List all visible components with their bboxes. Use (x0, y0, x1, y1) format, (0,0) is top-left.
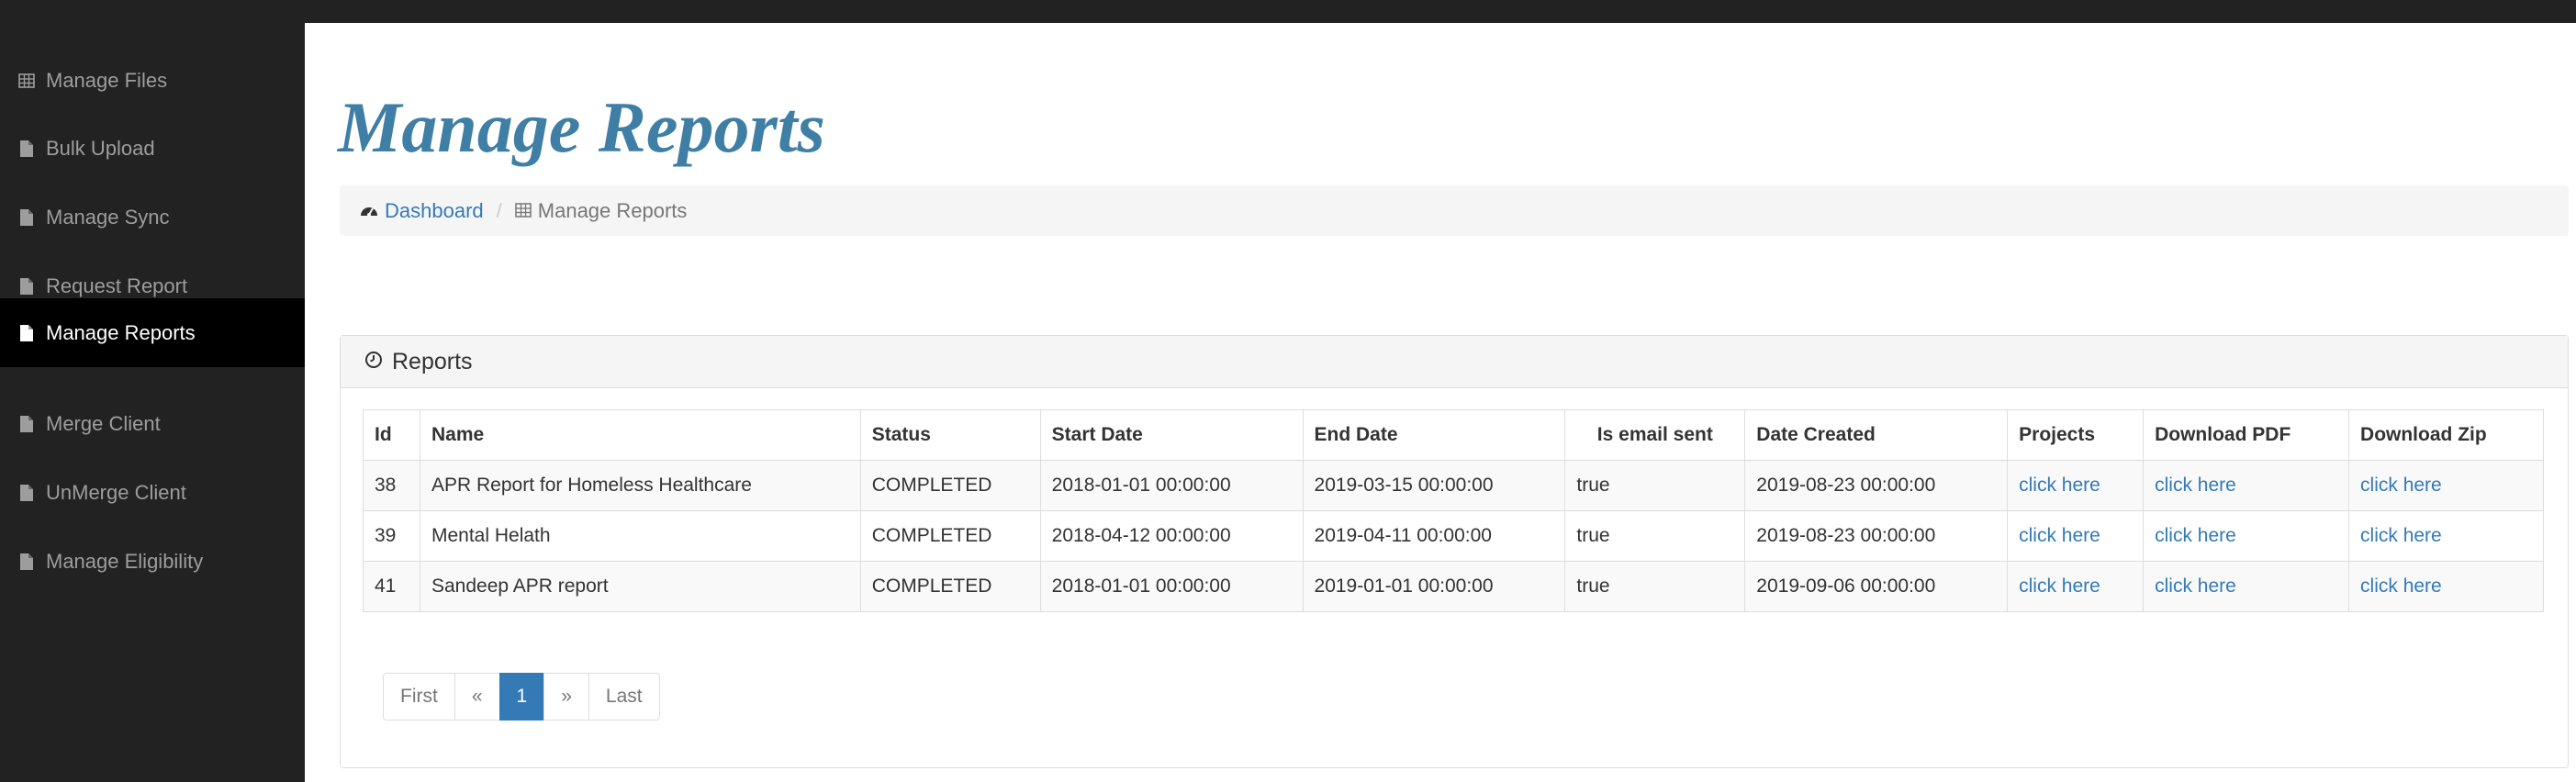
cell-start-date: 2018-01-01 00:00:00 (1039, 460, 1304, 511)
reports-table: Id Name Status Start Date End Date Is em… (363, 409, 2544, 612)
sidebar-item-label: Manage Files (46, 69, 168, 92)
cell-start-date: 2018-04-12 00:00:00 (1039, 510, 1304, 562)
download-pdf-link[interactable]: click here (2155, 575, 2236, 597)
cell-status: COMPLETED (859, 561, 1041, 612)
panel-title: Reports (392, 348, 473, 374)
reports-panel: Reports Id Name Status Start Date End Da… (340, 335, 2569, 768)
pagination-page-1[interactable]: 1 (498, 673, 545, 721)
cell-date-created: 2019-08-23 00:00:00 (1744, 460, 2009, 511)
column-header-is-email-sent[interactable]: Is email sent (1564, 409, 1746, 461)
sidebar-item-merge-client[interactable]: Merge Client (0, 390, 305, 458)
cell-date-created: 2019-08-23 00:00:00 (1744, 510, 2009, 562)
pagination-prev[interactable]: « (454, 673, 500, 721)
breadcrumb-dashboard-link[interactable]: Dashboard (385, 199, 484, 223)
breadcrumb-current-label: Manage Reports (537, 198, 688, 222)
cell-status: COMPLETED (859, 460, 1041, 511)
sidebar-item-bulk-upload[interactable]: Bulk Upload (0, 115, 305, 183)
cell-is-email-sent: true (1564, 460, 1746, 511)
table-header-row: Id Name Status Start Date End Date Is em… (363, 409, 2544, 461)
sidebar-item-manage-sync[interactable]: Manage Sync (0, 184, 305, 251)
table-icon (18, 72, 35, 90)
pagination-last[interactable]: Last (588, 673, 660, 721)
sidebar: Manage Files Bulk Upload Manage Sync Req… (0, 23, 305, 782)
breadcrumb-dashboard[interactable]: Dashboard (360, 199, 484, 223)
column-header-name[interactable]: Name (419, 409, 861, 461)
cell-end-date: 2019-01-01 00:00:00 (1302, 561, 1566, 612)
projects-link[interactable]: click here (2019, 525, 2100, 546)
cell-id: 41 (363, 561, 420, 612)
file-icon (18, 140, 35, 158)
column-header-start-date[interactable]: Start Date (1039, 409, 1304, 461)
cell-status: COMPLETED (859, 510, 1041, 562)
download-pdf-link[interactable]: click here (2155, 525, 2236, 546)
clock-icon (364, 349, 392, 375)
file-icon (18, 484, 35, 502)
cell-is-email-sent: true (1564, 510, 1746, 562)
file-icon (18, 415, 35, 433)
table-row: 39 Mental Helath COMPLETED 2018-04-12 00… (363, 510, 2544, 562)
download-zip-link[interactable]: click here (2360, 475, 2442, 496)
sidebar-item-label: Manage Sync (46, 206, 170, 229)
sidebar-item-label: UnMerge Client (46, 481, 186, 504)
pagination-next[interactable]: » (543, 673, 589, 721)
sidebar-item-label: Bulk Upload (46, 137, 155, 160)
cell-name: Mental Helath (419, 510, 861, 562)
cell-name: APR Report for Homeless Healthcare (419, 460, 861, 511)
file-icon (18, 208, 35, 227)
column-header-date-created[interactable]: Date Created (1744, 409, 2009, 461)
cell-id: 38 (363, 460, 420, 511)
sidebar-item-manage-reports[interactable]: Manage Reports (0, 298, 305, 367)
file-icon (18, 324, 35, 342)
column-header-download-pdf[interactable]: Download PDF (2143, 409, 2350, 461)
pagination-first[interactable]: First (383, 673, 455, 721)
sidebar-item-label: Manage Reports (46, 320, 196, 344)
breadcrumb-separator: / (496, 198, 502, 222)
column-header-id[interactable]: Id (363, 409, 420, 461)
download-pdf-link[interactable]: click here (2155, 475, 2236, 496)
sidebar-item-manage-files[interactable]: Manage Files (0, 47, 305, 115)
table-row: 41 Sandeep APR report COMPLETED 2018-01-… (363, 561, 2544, 612)
page-title: Manage Reports (338, 87, 825, 167)
download-zip-link[interactable]: click here (2360, 525, 2442, 546)
panel-heading: Reports (341, 336, 2568, 388)
sidebar-item-label: Request Report (46, 274, 188, 297)
dashboard-icon (360, 199, 385, 223)
cell-end-date: 2019-04-11 00:00:00 (1302, 510, 1566, 562)
cell-end-date: 2019-03-15 00:00:00 (1302, 460, 1566, 511)
top-navbar (0, 0, 2576, 23)
column-header-status[interactable]: Status (859, 409, 1041, 461)
pagination: First « 1 » Last (383, 673, 660, 721)
sidebar-item-label: Merge Client (46, 412, 161, 435)
column-header-download-zip[interactable]: Download Zip (2348, 409, 2544, 461)
table-row: 38 APR Report for Homeless Healthcare CO… (363, 460, 2544, 511)
sidebar-item-label: Manage Eligibility (46, 550, 204, 573)
cell-is-email-sent: true (1564, 561, 1746, 612)
breadcrumb-current: Manage Reports (515, 198, 688, 223)
download-zip-link[interactable]: click here (2360, 575, 2442, 597)
table-icon (515, 199, 538, 223)
sidebar-item-unmerge-client[interactable]: UnMerge Client (0, 459, 305, 527)
sidebar-item-manage-eligibility[interactable]: Manage Eligibility (0, 528, 305, 596)
projects-link[interactable]: click here (2019, 575, 2100, 597)
column-header-projects[interactable]: Projects (2007, 409, 2145, 461)
file-icon (18, 553, 35, 571)
breadcrumb: Dashboard / Manage Reports (340, 185, 2569, 236)
file-icon (18, 277, 35, 296)
projects-link[interactable]: click here (2019, 475, 2100, 496)
cell-id: 39 (363, 510, 420, 562)
cell-name: Sandeep APR report (419, 561, 861, 612)
column-header-end-date[interactable]: End Date (1302, 409, 1566, 461)
cell-start-date: 2018-01-01 00:00:00 (1039, 561, 1304, 612)
cell-date-created: 2019-09-06 00:00:00 (1744, 561, 2009, 612)
